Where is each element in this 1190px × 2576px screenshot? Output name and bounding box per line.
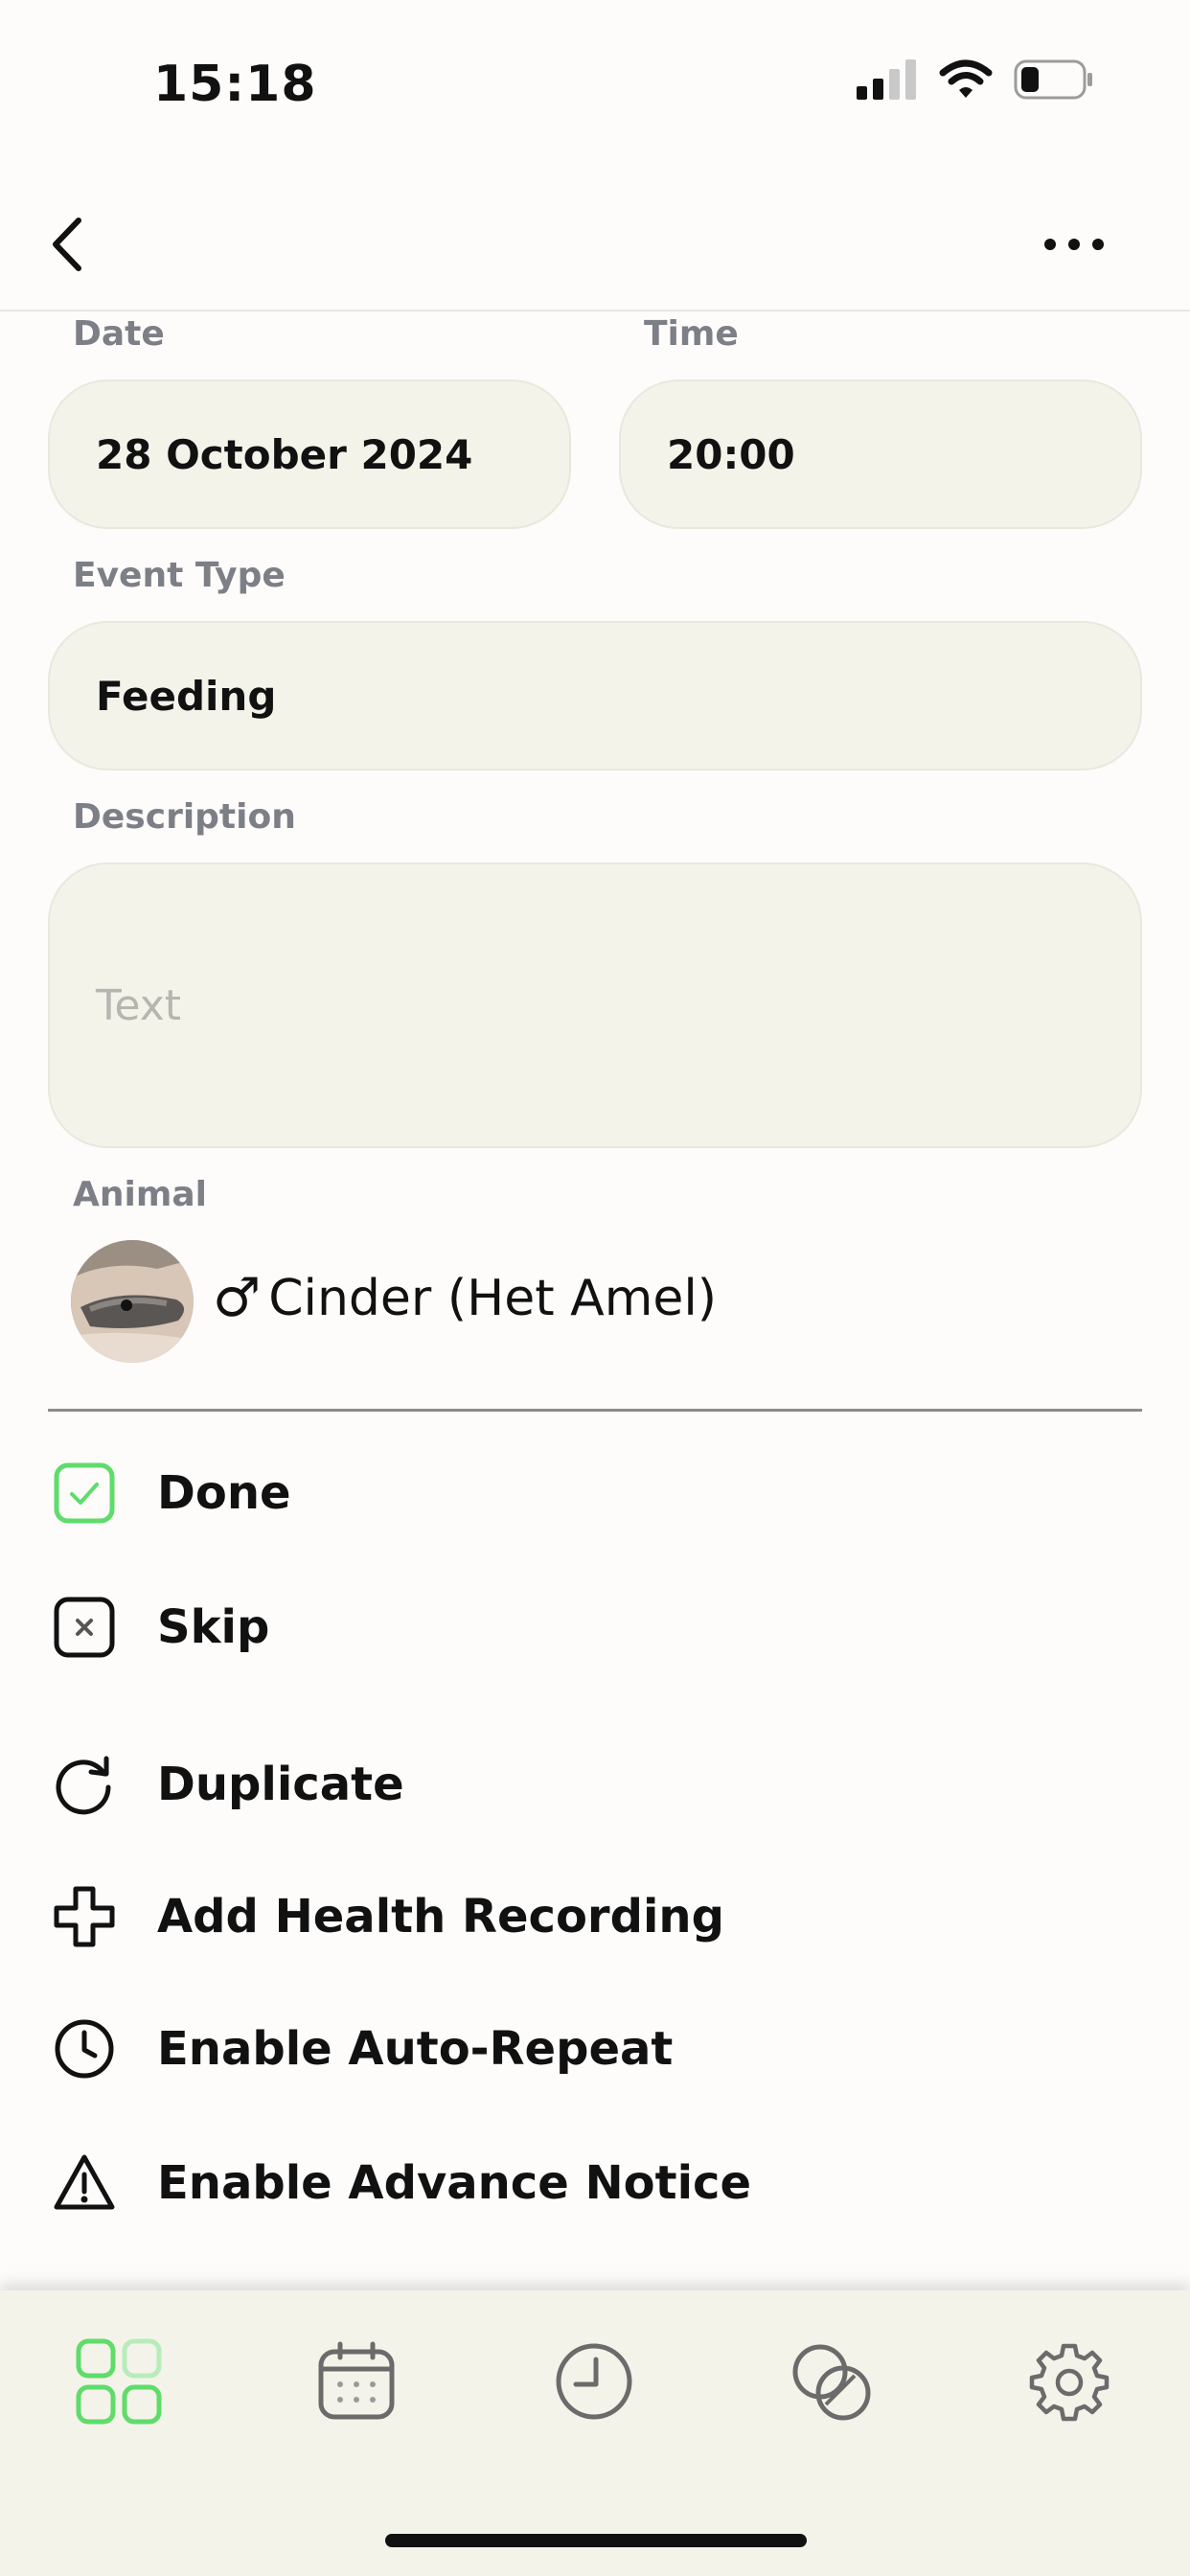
more-horizontal-icon <box>1044 239 1104 250</box>
warning-icon <box>50 2149 119 2218</box>
time-value: 20:00 <box>667 430 795 478</box>
calendar-icon <box>318 2341 395 2420</box>
event-type-label: Event Type <box>73 556 286 595</box>
done-label: Done <box>157 1466 291 1520</box>
battery-icon <box>1014 59 1092 100</box>
male-symbol: ♂ <box>213 1267 262 1329</box>
tab-history[interactable] <box>541 2329 647 2434</box>
description-input[interactable]: Text <box>48 862 1142 1148</box>
clock-icon <box>50 2014 119 2083</box>
home-indicator <box>385 2534 807 2547</box>
back-button[interactable] <box>44 211 92 278</box>
description-label: Description <box>73 797 296 837</box>
animal-name: Cinder (Het Amel) <box>268 1269 718 1327</box>
time-field[interactable]: 20:00 <box>619 380 1142 529</box>
enable-advance-notice-label: Enable Advance Notice <box>157 2156 752 2210</box>
plus-outline-icon <box>50 1882 119 1951</box>
tab-pairing[interactable] <box>779 2329 884 2434</box>
date-field[interactable]: 28 October 2024 <box>48 380 571 529</box>
grid-icon <box>76 2338 162 2425</box>
more-options-button[interactable] <box>1042 230 1106 259</box>
event-type-field[interactable]: Feeding <box>48 621 1142 770</box>
tab-dashboard[interactable] <box>66 2329 172 2434</box>
refresh-icon <box>50 1750 119 1819</box>
clock-icon <box>556 2343 632 2420</box>
add-health-recording-label: Add Health Recording <box>157 1890 724 1944</box>
duplicate-action[interactable]: Duplicate <box>50 1750 404 1819</box>
skip-action[interactable]: Skip <box>50 1593 269 1662</box>
enable-auto-repeat-label: Enable Auto-Repeat <box>157 2022 674 2076</box>
status-time: 15:18 <box>153 56 317 113</box>
animal-label: Animal <box>73 1175 207 1214</box>
description-placeholder: Text <box>96 980 181 1030</box>
animal-name-row[interactable]: ♂ Cinder (Het Amel) <box>213 1267 717 1329</box>
date-label: Date <box>73 314 165 354</box>
time-label: Time <box>644 314 739 354</box>
tab-calendar[interactable] <box>304 2329 409 2434</box>
section-divider <box>48 1409 1142 1412</box>
animal-avatar[interactable] <box>71 1240 194 1363</box>
event-type-value: Feeding <box>96 672 277 720</box>
date-value: 28 October 2024 <box>96 430 473 478</box>
done-action[interactable]: Done <box>50 1459 291 1528</box>
enable-advance-notice-action[interactable]: Enable Advance Notice <box>50 2149 751 2218</box>
nav-divider <box>0 310 1190 311</box>
enable-auto-repeat-action[interactable]: Enable Auto-Repeat <box>50 2014 673 2083</box>
wifi-icon <box>939 59 993 98</box>
checkbox-x-icon <box>50 1593 119 1662</box>
tab-settings[interactable] <box>1017 2329 1122 2434</box>
animal-photo <box>71 1240 194 1363</box>
status-icons <box>857 59 1094 100</box>
chevron-left-icon <box>53 218 81 271</box>
skip-label: Skip <box>157 1600 270 1654</box>
duplicate-label: Duplicate <box>157 1758 404 1811</box>
cellular-signal-icon <box>857 59 916 100</box>
add-health-recording-action[interactable]: Add Health Recording <box>50 1882 724 1951</box>
gear-icon <box>1029 2343 1110 2422</box>
checkbox-checked-icon <box>50 1459 119 1528</box>
overlap-circles-icon <box>792 2344 871 2421</box>
